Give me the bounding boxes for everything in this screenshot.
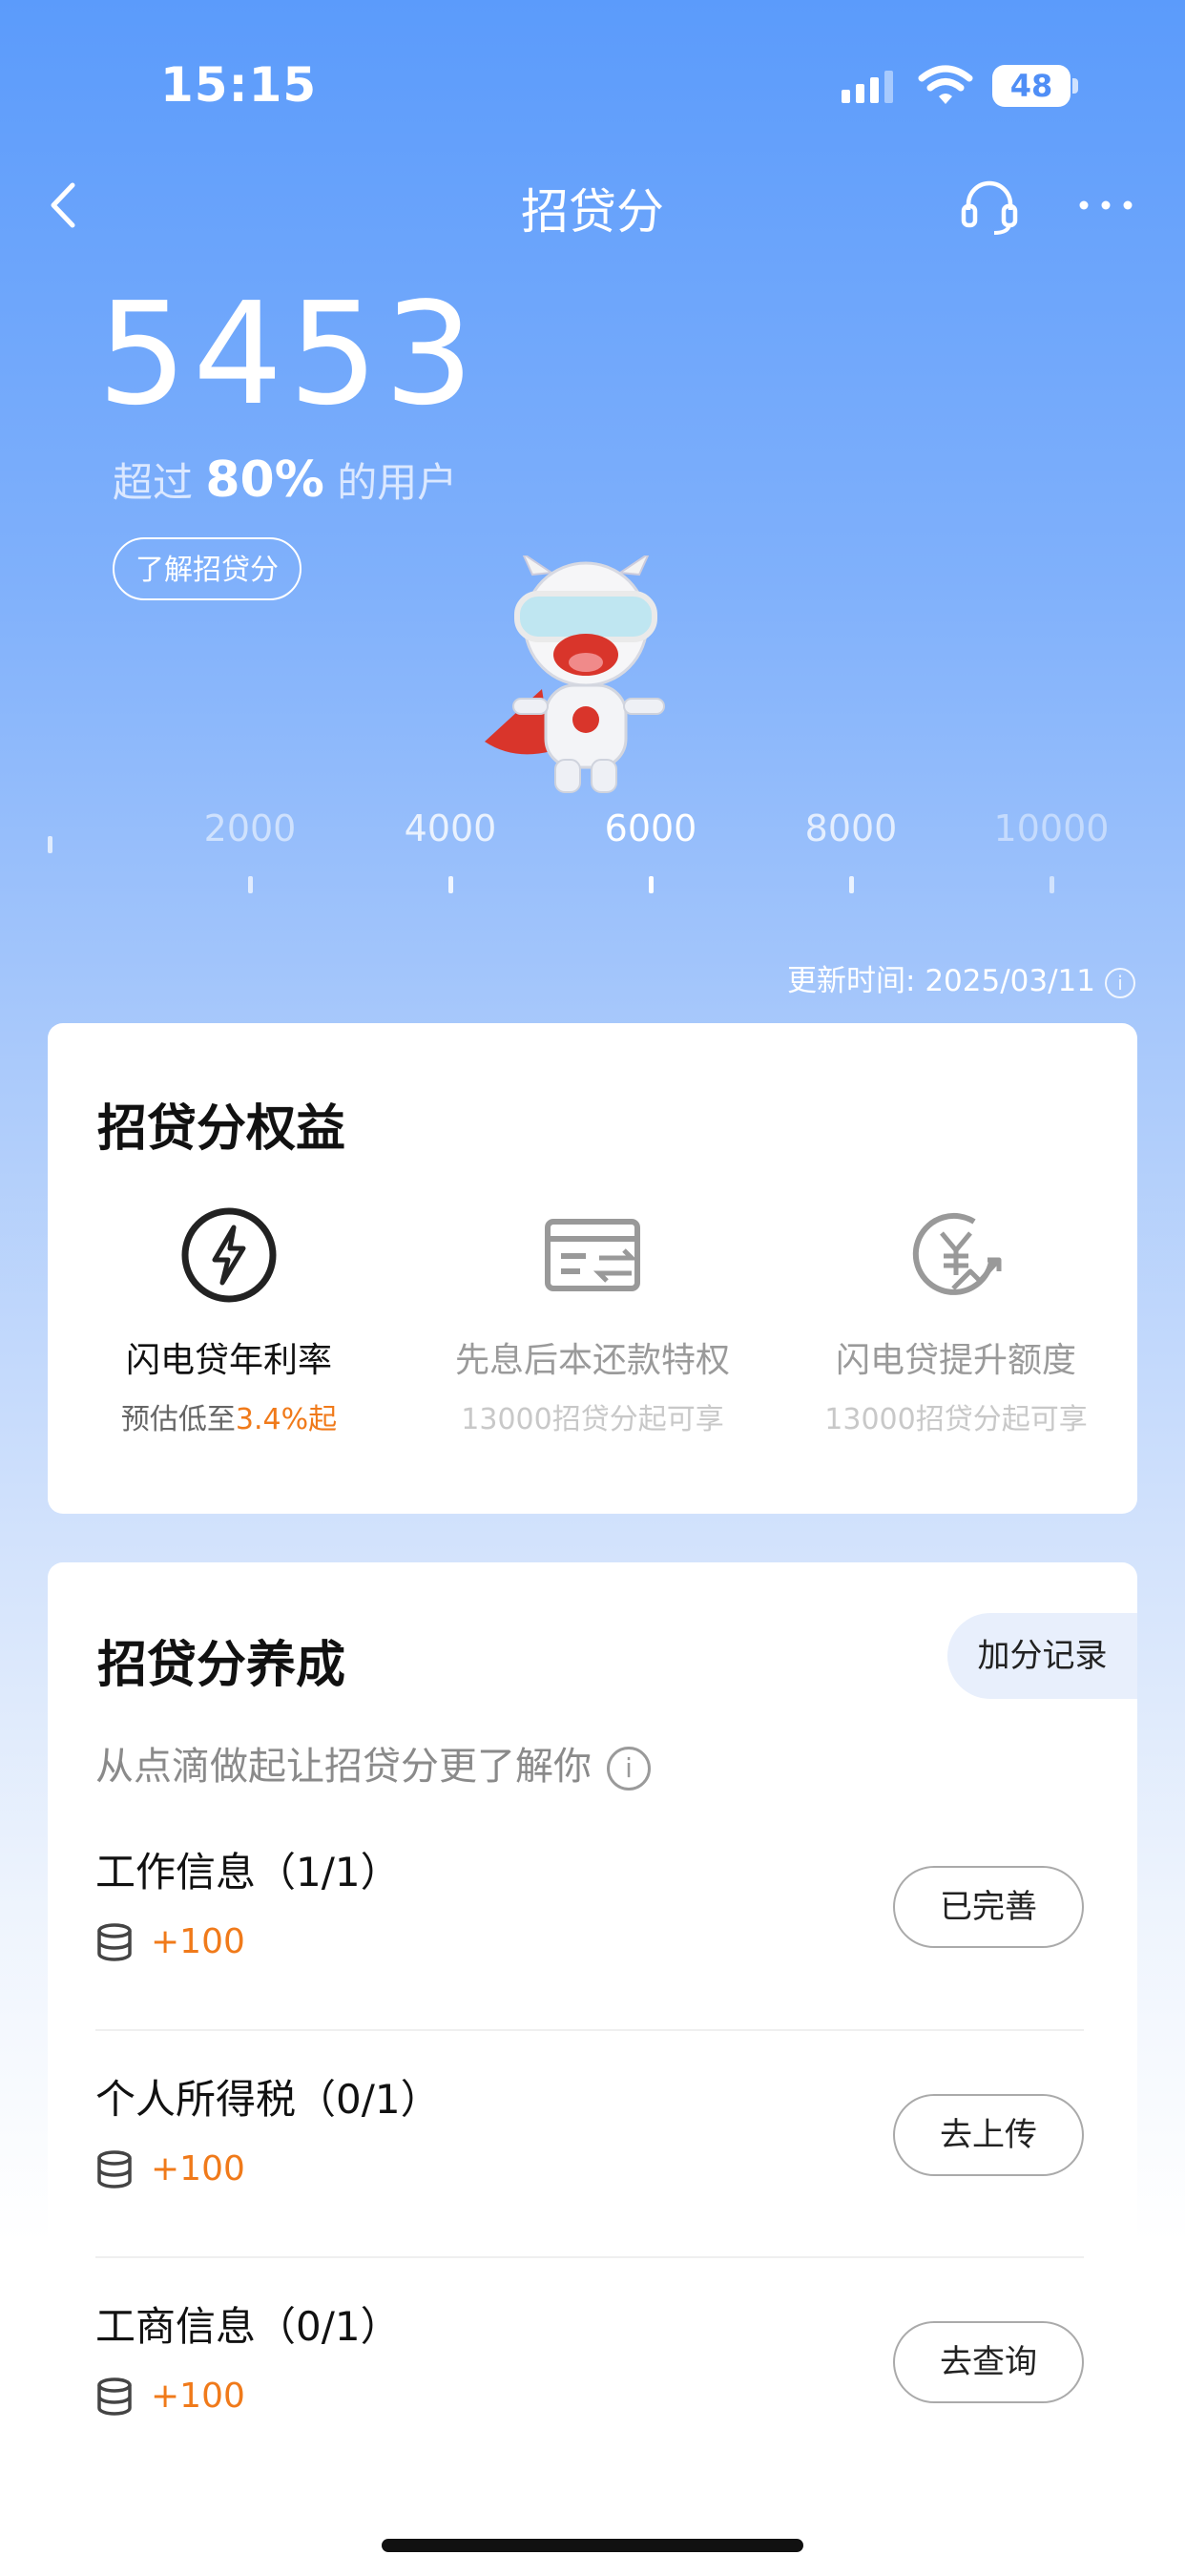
update-time-text: 更新时间: 2025/03/11 <box>787 964 1095 998</box>
benefit-name: 闪电贷提升额度 <box>835 1341 1076 1380</box>
divider <box>95 2256 1084 2258</box>
customer-service-icon[interactable] <box>960 178 1019 235</box>
benefit-repayment[interactable]: 先息后本还款特权 13000招贷分起可享 <box>411 1204 774 1437</box>
benefit-limit[interactable]: 闪电贷提升额度 13000招贷分起可享 <box>775 1204 1137 1437</box>
benefit-sub: 预估低至3.4%起 <box>48 1395 410 1437</box>
benefit-name: 先息后本还款特权 <box>454 1341 730 1380</box>
yuan-rise-icon <box>912 1212 1002 1295</box>
ruler-tick <box>649 876 654 893</box>
card-transfer-icon <box>545 1219 640 1291</box>
score-value: 5453 <box>97 272 480 436</box>
ruler-tick-start <box>48 836 52 853</box>
percentile-suffix: 的用户 <box>337 459 458 506</box>
ruler-tick <box>448 876 453 893</box>
query-button[interactable]: 去查询 <box>893 2321 1084 2403</box>
mascot-image <box>485 555 665 793</box>
ruler-tick <box>1050 876 1054 893</box>
battery-icon: 48 <box>992 65 1071 107</box>
benefit-name: 闪电贷年利率 <box>125 1341 332 1380</box>
ruler-tick <box>849 876 854 893</box>
wifi-icon <box>918 65 973 104</box>
cultivate-subtitle: 从点滴做起让招贷分更了解你 i <box>95 1735 651 1791</box>
task-name: 个人所得税（0/1） <box>95 2076 441 2123</box>
ruler-label: 4000 <box>404 807 497 849</box>
ruler-label: 6000 <box>604 807 697 849</box>
score-percentile: 超过 80% 的用户 <box>113 450 457 509</box>
upload-button[interactable]: 去上传 <box>893 2094 1084 2176</box>
divider <box>95 2029 1084 2031</box>
more-icon[interactable] <box>1076 191 1135 220</box>
cultivate-subtitle-text: 从点滴做起让招贷分更了解你 <box>95 1745 592 1789</box>
task-points: +100 <box>151 2149 245 2189</box>
ruler-label: 10000 <box>993 807 1110 849</box>
coin-stack-icon <box>97 1923 132 1961</box>
points-record-button[interactable]: 加分记录 <box>947 1613 1137 1699</box>
percentile-value: 80% <box>205 451 324 509</box>
task-points: +100 <box>151 2377 245 2416</box>
cultivate-title: 招贷分养成 <box>97 1637 346 1694</box>
coin-stack-icon <box>97 2150 132 2189</box>
percentile-prefix: 超过 <box>113 459 194 506</box>
benefits-title: 招贷分权益 <box>97 1100 346 1158</box>
home-indicator[interactable] <box>382 2539 803 2552</box>
task-name: 工作信息（1/1） <box>95 1849 401 1895</box>
update-time: 更新时间: 2025/03/11 i <box>787 956 1135 999</box>
info-icon[interactable]: i <box>607 1747 651 1791</box>
benefit-sub-highlight: 3.4%起 <box>235 1403 338 1436</box>
learn-score-button[interactable]: 了解招贷分 <box>113 537 301 600</box>
status-time: 15:15 <box>160 57 318 113</box>
battery-tip <box>1072 78 1078 94</box>
task-done-button[interactable]: 已完善 <box>893 1866 1084 1948</box>
benefit-sub-prefix: 预估低至 <box>120 1403 236 1436</box>
ruler-label: 8000 <box>804 807 898 849</box>
benefit-rate[interactable]: 闪电贷年利率 预估低至3.4%起 <box>48 1204 410 1437</box>
info-icon[interactable]: i <box>1105 967 1135 998</box>
benefit-sub: 13000招贷分起可享 <box>461 1403 724 1436</box>
task-points: +100 <box>151 1922 245 1961</box>
ruler-tick <box>248 876 253 893</box>
benefit-sub: 13000招贷分起可享 <box>824 1403 1088 1436</box>
coin-stack-icon <box>97 2377 132 2416</box>
cellular-signal-icon <box>842 71 893 103</box>
ruler-label: 2000 <box>203 807 297 849</box>
task-name: 工商信息（0/1） <box>95 2303 401 2350</box>
lightning-icon <box>181 1207 277 1303</box>
